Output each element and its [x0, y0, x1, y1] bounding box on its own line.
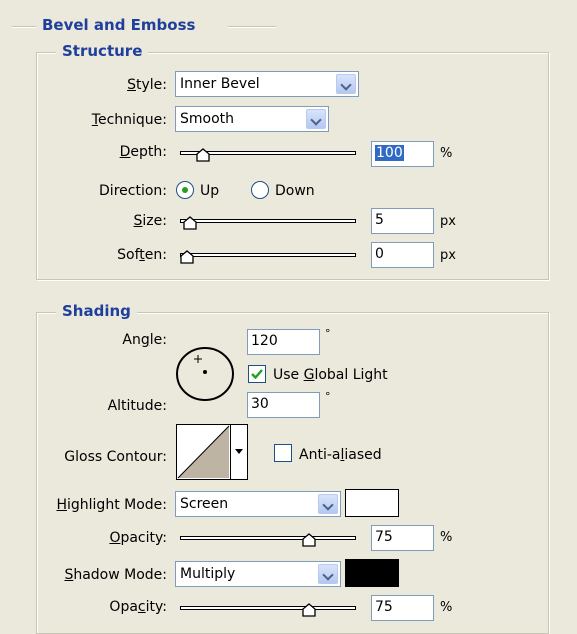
direction-down-radio[interactable] [251, 181, 269, 199]
size-label: Size: [133, 213, 167, 229]
size-input[interactable]: 5 [371, 208, 434, 234]
shadow-opacity-input[interactable]: 75 [371, 595, 434, 621]
direction-up-radio[interactable] [176, 181, 194, 199]
angle-label: Angle: [122, 332, 167, 348]
gloss-contour-icon [177, 425, 230, 479]
slider-thumb-icon[interactable] [183, 216, 197, 230]
checkmark-icon [251, 369, 263, 380]
gloss-contour-label: Gloss Contour: [64, 449, 167, 465]
highlight-mode-select[interactable]: Screen [175, 491, 341, 517]
size-unit: px [440, 214, 456, 229]
chevron-down-icon[interactable] [306, 109, 326, 129]
chevron-down-icon[interactable] [235, 449, 243, 454]
style-value: Inner Bevel [180, 76, 260, 92]
shadow-opacity-label: Opacity: [109, 599, 167, 615]
section-title-bevel-and-emboss: Bevel and Emboss [36, 16, 202, 34]
soften-input[interactable]: 0 [371, 242, 434, 268]
altitude-input[interactable]: 30 [247, 392, 320, 418]
direction-label: Direction: [99, 183, 167, 199]
chevron-down-icon[interactable] [336, 74, 356, 94]
slider-thumb-icon[interactable] [180, 250, 194, 264]
shadow-color-swatch[interactable] [345, 559, 399, 587]
angle-unit: ° [325, 327, 331, 340]
soften-unit: px [440, 248, 456, 263]
highlight-mode-value: Screen [180, 496, 229, 512]
technique-value: Smooth [180, 111, 235, 127]
depth-unit: % [440, 146, 453, 161]
highlight-opacity-slider[interactable] [180, 536, 356, 540]
shadow-mode-value: Multiply [180, 566, 236, 582]
depth-label: Depth: [119, 144, 167, 160]
gloss-contour-picker[interactable] [176, 424, 248, 480]
technique-label: Technique: [91, 112, 167, 128]
radio-dot [182, 187, 188, 193]
altitude-label: Altitude: [107, 398, 167, 414]
altitude-unit: ° [325, 390, 331, 403]
use-global-light-label: Use Global Light [273, 367, 388, 383]
highlight-color-swatch[interactable] [345, 489, 399, 517]
anti-aliased-checkbox[interactable] [274, 444, 292, 462]
highlight-mode-label: Highlight Mode: [56, 497, 167, 513]
shadow-opacity-unit: % [440, 600, 453, 615]
slider-thumb-icon[interactable] [301, 533, 316, 547]
soften-slider[interactable] [180, 253, 356, 257]
highlight-opacity-label: Opacity: [109, 530, 167, 546]
highlight-opacity-unit: % [440, 530, 453, 545]
style-select[interactable]: Inner Bevel [175, 71, 359, 97]
direction-down-label: Down [275, 183, 315, 199]
shadow-mode-label: Shadow Mode: [64, 567, 167, 583]
use-global-light-checkbox[interactable] [248, 365, 266, 383]
angle-dial-icon[interactable] [173, 344, 237, 404]
highlight-opacity-input[interactable]: 75 [371, 525, 434, 551]
shadow-mode-select[interactable]: Multiply [175, 561, 341, 587]
section-title-shading: Shading [56, 302, 137, 320]
chevron-down-icon[interactable] [318, 494, 338, 514]
chevron-down-icon[interactable] [318, 564, 338, 584]
depth-input[interactable]: 100 [371, 141, 434, 167]
slider-thumb-icon[interactable] [196, 148, 210, 162]
section-title-structure: Structure [56, 42, 149, 60]
anti-aliased-label: Anti-aliased [299, 447, 382, 463]
size-slider[interactable] [180, 219, 356, 223]
angle-input[interactable]: 120 [247, 329, 320, 355]
slider-thumb-icon[interactable] [301, 603, 316, 617]
technique-select[interactable]: Smooth [175, 106, 329, 132]
style-label: Style: [127, 77, 167, 93]
direction-up-label: Up [200, 183, 220, 199]
shadow-opacity-slider[interactable] [180, 606, 356, 610]
soften-label: Soften: [117, 247, 167, 263]
